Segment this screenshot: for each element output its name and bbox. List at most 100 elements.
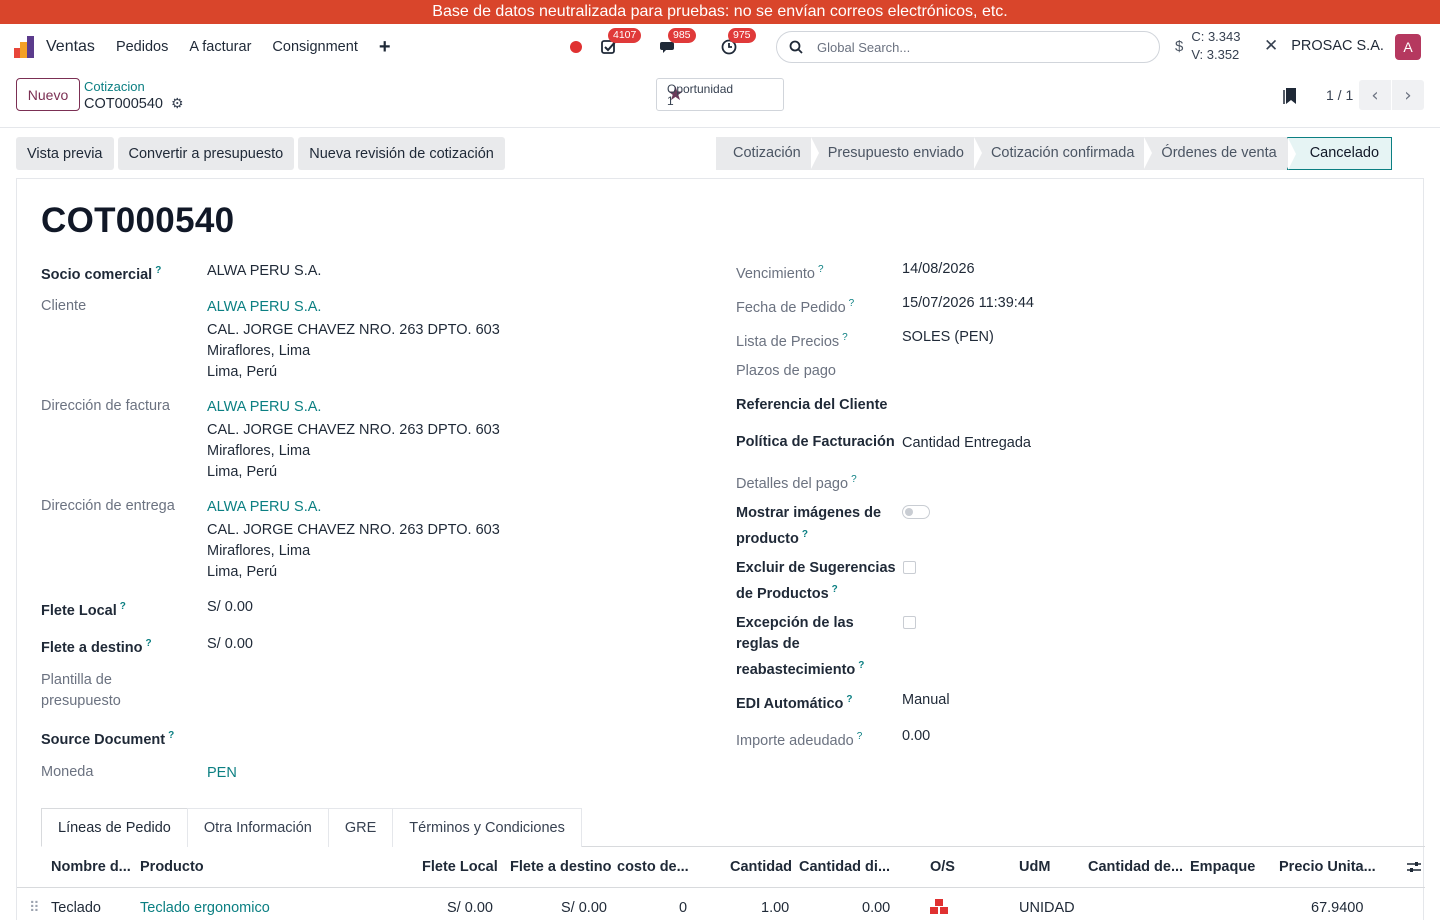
cell-flete-destino[interactable]: S/ 0.00 [561, 900, 607, 916]
label-mostrar-imagenes-1: Mostrar imágenes de [736, 505, 882, 521]
company-name[interactable]: PROSAC S.A. [1291, 38, 1384, 54]
action-buttons: Vista previa Convertir a presupuesto Nue… [16, 137, 509, 170]
oportunidad-smart-button[interactable]: ★ Oportunidad 1 [656, 78, 784, 111]
clock-icon[interactable]: 975 [718, 28, 756, 58]
toggle-mostrar-imagenes[interactable] [902, 505, 930, 519]
label-importe-adeudado: Importe adeudado? [736, 731, 863, 749]
label-fecha-pedido: Fecha de Pedido? [736, 298, 855, 316]
pager-next-icon[interactable]: › [1392, 80, 1424, 110]
col-os[interactable]: O/S [930, 859, 955, 875]
label-socio-comercial: Socio comercial? [41, 265, 162, 283]
new-revision-button[interactable]: Nueva revisión de cotización [298, 137, 505, 170]
exchange-rate-widget[interactable]: $ C: 3.343 V: 3.352 [1175, 28, 1241, 64]
status-cancelado[interactable]: Cancelado [1286, 137, 1393, 170]
cell-udm[interactable]: UNIDAD [1019, 900, 1075, 916]
field-lista-precios[interactable]: SOLES (PEN) [902, 327, 994, 348]
label-plantilla-1: Plantilla de [41, 672, 112, 688]
field-socio-comercial[interactable]: ALWA PERU S.A. [207, 261, 321, 282]
convert-to-quotation-button[interactable]: Convertir a presupuesto [117, 137, 295, 170]
col-cantidad-de[interactable]: Cantidad de... [1088, 859, 1183, 875]
label-edi-automatico: EDI Automático? [736, 694, 853, 712]
field-entrega-name[interactable]: ALWA PERU S.A. [207, 497, 321, 518]
cell-nombre[interactable]: Teclado [51, 900, 101, 916]
menu-consignment[interactable]: Consignment [272, 39, 357, 55]
col-empaque[interactable]: Empaque [1190, 859, 1255, 875]
label-flete-local: Flete Local? [41, 601, 126, 619]
search-icon [789, 40, 803, 54]
status-cotizacion-confirmada[interactable]: Cotización confirmada [973, 137, 1153, 170]
order-lines-header: Nombre d... Producto Flete Local Flete a… [17, 848, 1425, 888]
column-settings-icon[interactable] [1407, 860, 1421, 878]
search-input[interactable] [817, 39, 1117, 55]
cell-costo[interactable]: 0 [679, 900, 687, 916]
col-nombre[interactable]: Nombre d... [51, 859, 131, 875]
status-ordenes-de-venta[interactable]: Órdenes de venta [1144, 137, 1296, 170]
status-bar: Cotización Presupuesto enviado Cotizació… [716, 137, 1393, 170]
col-precio-unitario[interactable]: Precio Unita... [1279, 859, 1376, 875]
col-costo[interactable]: costo de... [617, 859, 689, 875]
status-presupuesto-enviado[interactable]: Presupuesto enviado [810, 137, 983, 170]
tab-terminos-condiciones[interactable]: Términos y Condiciones [392, 808, 582, 847]
notebook-tabs: Líneas de Pedido Otra Información GRE Té… [41, 808, 1425, 847]
cell-producto[interactable]: Teclado ergonomico [140, 900, 270, 916]
breadcrumb-parent[interactable]: Cotizacion [84, 79, 145, 94]
record-dot-icon[interactable] [570, 41, 582, 53]
pager-previous-icon[interactable]: ‹ [1359, 80, 1391, 110]
app-name[interactable]: Ventas [46, 38, 95, 56]
neutralized-db-banner: Base de datos neutralizada para pruebas:… [0, 0, 1440, 24]
field-entrega-line3: Lima, Perú [207, 564, 278, 580]
label-direccion-factura: Dirección de factura [41, 398, 170, 414]
checkbox-excepcion-reglas[interactable] [903, 616, 916, 629]
messages-icon[interactable]: 985 [658, 28, 696, 58]
new-button[interactable]: Nuevo [16, 78, 80, 111]
pager-value[interactable]: 1 / 1 [1326, 87, 1353, 103]
rate-sell: V: 3.352 [1191, 47, 1240, 62]
checkbox-excluir-sugerencias[interactable] [903, 561, 916, 574]
field-vencimiento[interactable]: 14/08/2026 [902, 259, 975, 280]
field-fecha-pedido[interactable]: 15/07/2026 11:39:44 [902, 293, 1034, 314]
smart-button-count: 1 [667, 93, 674, 108]
field-politica-facturacion[interactable]: Cantidad Entregada [902, 433, 1031, 454]
field-cliente-name[interactable]: ALWA PERU S.A. [207, 297, 321, 318]
table-row[interactable]: ⠿ Teclado Teclado ergonomico S/ 0.00 S/ … [17, 889, 1425, 920]
clock-badge: 975 [728, 28, 756, 43]
col-flete-local[interactable]: Flete Local [422, 859, 498, 875]
company-switcher[interactable]: ✕ PROSAC S.A. [1264, 36, 1384, 56]
cell-cantidad-disp[interactable]: 0.00 [862, 900, 890, 916]
tab-gre[interactable]: GRE [327, 808, 394, 847]
tab-otra-informacion[interactable]: Otra Información [186, 808, 329, 847]
status-cotizacion[interactable]: Cotización [716, 137, 819, 170]
app-logo-icon[interactable] [14, 36, 36, 58]
field-moneda[interactable]: PEN [207, 763, 237, 784]
field-factura-name[interactable]: ALWA PERU S.A. [207, 397, 321, 418]
bookmark-icon[interactable] [1283, 87, 1297, 110]
col-cantidad[interactable]: Cantidad [730, 859, 792, 875]
col-cantidad-disp[interactable]: Cantidad di... [799, 859, 890, 875]
col-udm[interactable]: UdM [1019, 859, 1050, 875]
forecast-boxes-icon[interactable] [929, 898, 949, 920]
col-producto[interactable]: Producto [140, 859, 204, 875]
cell-flete-local[interactable]: S/ 0.00 [447, 900, 493, 916]
gear-icon[interactable]: ⚙ [171, 95, 184, 112]
field-flete-local[interactable]: S/ 0.00 [207, 597, 253, 618]
label-detalles-pago: Detalles del pago? [736, 474, 857, 492]
col-flete-destino[interactable]: Flete a destino [510, 859, 612, 875]
field-flete-destino[interactable]: S/ 0.00 [207, 634, 253, 655]
activity-check-icon[interactable]: 4107 [598, 28, 642, 58]
cell-precio[interactable]: 67.9400 [1311, 900, 1363, 916]
preview-button[interactable]: Vista previa [16, 137, 114, 170]
global-search[interactable] [776, 31, 1160, 63]
cell-cantidad[interactable]: 1.00 [761, 900, 789, 916]
menu-pedidos[interactable]: Pedidos [116, 39, 168, 55]
label-plazos-pago: Plazos de pago [736, 363, 836, 379]
tab-lineas-pedido[interactable]: Líneas de Pedido [41, 808, 188, 847]
label-direccion-entrega: Dirección de entrega [41, 498, 175, 514]
activities-badge: 4107 [608, 28, 642, 43]
menu-a-facturar[interactable]: A facturar [189, 39, 251, 55]
field-importe-adeudado: 0.00 [902, 728, 931, 744]
user-avatar[interactable]: A [1395, 34, 1421, 60]
field-edi-automatico[interactable]: Manual [902, 690, 950, 711]
plus-icon[interactable]: + [379, 36, 391, 59]
drag-handle-icon[interactable]: ⠿ [29, 900, 40, 916]
tools-icon[interactable]: ✕ [1264, 36, 1278, 56]
